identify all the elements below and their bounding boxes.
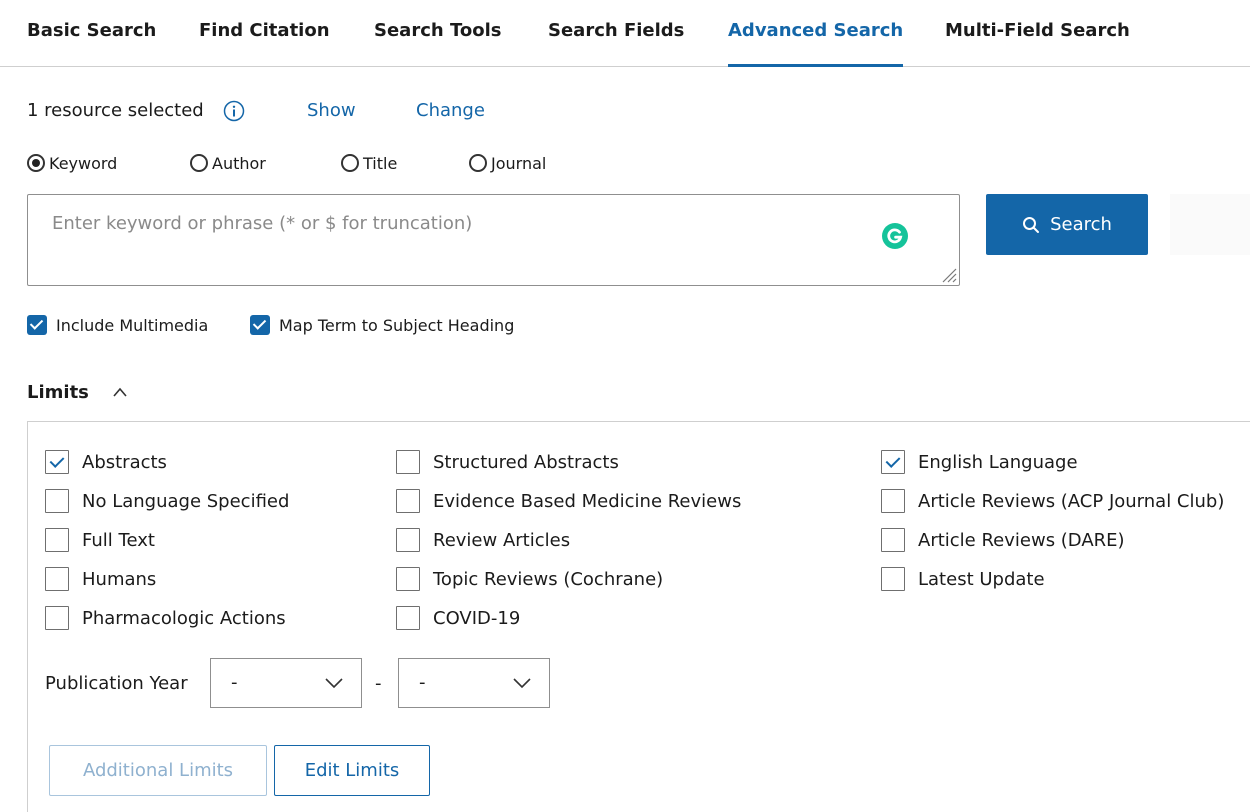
radio-empty-icon [190, 154, 208, 172]
edit-limits-button[interactable]: Edit Limits [274, 745, 430, 796]
search-input[interactable]: Enter keyword or phrase (* or $ for trun… [27, 194, 960, 286]
limit-label: Review Articles [433, 529, 571, 551]
limit-evidence-based-medicine-reviews[interactable]: Evidence Based Medicine Reviews [396, 488, 741, 514]
resize-handle-icon[interactable] [939, 265, 957, 283]
tab-find-citation[interactable]: Find Citation [199, 0, 330, 67]
limit-label: Structured Abstracts [433, 451, 619, 473]
checkbox-checked-icon [250, 315, 270, 335]
limit-structured-abstracts[interactable]: Structured Abstracts [396, 449, 619, 475]
select-value: - [419, 672, 426, 693]
additional-limits-button[interactable]: Additional Limits [49, 745, 267, 796]
limit-label: Evidence Based Medicine Reviews [433, 490, 742, 512]
radio-empty-icon [341, 154, 359, 172]
limit-label: Humans [82, 568, 157, 590]
limit-no-language-specified[interactable]: No Language Specified [45, 488, 289, 514]
checkbox-icon [396, 606, 420, 630]
checkbox-icon [45, 606, 69, 630]
checkbox-icon [396, 450, 420, 474]
publication-year-label: Publication Year [45, 673, 188, 694]
include-multimedia-checkbox[interactable]: Include Multimedia [27, 314, 208, 336]
year-range-separator: - [375, 673, 382, 694]
chevron-down-icon [325, 678, 343, 689]
limit-english-language[interactable]: English Language [881, 449, 1078, 475]
checkbox-icon [396, 489, 420, 513]
limit-review-articles[interactable]: Review Articles [396, 527, 570, 553]
radio-selected-icon [27, 154, 45, 172]
tab-search-tools[interactable]: Search Tools [374, 0, 501, 67]
map-term-checkbox[interactable]: Map Term to Subject Heading [250, 314, 514, 336]
map-term-label: Map Term to Subject Heading [279, 315, 515, 335]
checkbox-checked-icon [881, 450, 905, 474]
limit-label: Full Text [82, 529, 155, 551]
checkbox-icon [45, 528, 69, 552]
radio-keyword[interactable]: Keyword [27, 151, 117, 175]
search-icon [1023, 216, 1040, 233]
select-value: - [231, 672, 238, 693]
checkbox-checked-icon [45, 450, 69, 474]
include-multimedia-label: Include Multimedia [56, 315, 209, 335]
radio-journal[interactable]: Journal [469, 151, 546, 175]
tab-advanced-search[interactable]: Advanced Search [728, 0, 904, 67]
limit-label: Abstracts [82, 451, 167, 473]
limit-pharmacologic-actions[interactable]: Pharmacologic Actions [45, 605, 286, 631]
checkbox-checked-icon [27, 315, 47, 335]
limit-label: No Language Specified [82, 490, 290, 512]
limit-label: Article Reviews (DARE) [918, 529, 1125, 551]
search-tabs: Basic Search Find Citation Search Tools … [0, 0, 1250, 67]
checkbox-icon [45, 489, 69, 513]
tab-search-fields[interactable]: Search Fields [548, 0, 684, 67]
faded-button [1170, 194, 1250, 255]
radio-label: Title [363, 153, 398, 173]
checkbox-icon [396, 567, 420, 591]
radio-author[interactable]: Author [190, 151, 266, 175]
limit-article-reviews-acp[interactable]: Article Reviews (ACP Journal Club) [881, 488, 1224, 514]
checkbox-icon [881, 567, 905, 591]
limit-label: Topic Reviews (Cochrane) [433, 568, 664, 590]
limit-article-reviews-dare[interactable]: Article Reviews (DARE) [881, 527, 1125, 553]
tab-multi-field-search[interactable]: Multi-Field Search [945, 0, 1130, 67]
limit-label: COVID-19 [433, 607, 521, 629]
checkbox-icon [881, 489, 905, 513]
radio-empty-icon [469, 154, 487, 172]
limit-label: Pharmacologic Actions [82, 607, 286, 629]
tab-basic-search[interactable]: Basic Search [27, 0, 156, 67]
limit-label: English Language [918, 451, 1078, 473]
radio-label: Journal [491, 153, 547, 173]
show-link[interactable]: Show [307, 98, 356, 124]
limit-full-text[interactable]: Full Text [45, 527, 155, 553]
search-placeholder: Enter keyword or phrase (* or $ for trun… [52, 213, 473, 234]
radio-label: Author [212, 153, 266, 173]
chevron-down-icon [513, 678, 531, 689]
radio-title[interactable]: Title [341, 151, 397, 175]
radio-label: Keyword [49, 153, 118, 173]
publication-year-to-select[interactable]: - [398, 658, 550, 708]
limit-latest-update[interactable]: Latest Update [881, 566, 1045, 592]
checkbox-icon [396, 528, 420, 552]
grammarly-icon[interactable] [882, 223, 908, 249]
limit-label: Latest Update [918, 568, 1045, 590]
limit-topic-reviews-cochrane[interactable]: Topic Reviews (Cochrane) [396, 566, 663, 592]
limit-abstracts[interactable]: Abstracts [45, 449, 167, 475]
info-icon[interactable] [223, 100, 245, 122]
limit-humans[interactable]: Humans [45, 566, 156, 592]
resource-count: 1 resource selected [27, 100, 204, 121]
search-button-label: Search [1050, 214, 1112, 235]
limit-covid-19[interactable]: COVID-19 [396, 605, 520, 631]
checkbox-icon [45, 567, 69, 591]
checkbox-icon [881, 528, 905, 552]
change-link[interactable]: Change [416, 98, 485, 124]
search-button[interactable]: Search [986, 194, 1148, 255]
limits-heading: Limits [27, 382, 89, 403]
chevron-up-icon[interactable] [112, 386, 128, 398]
limit-label: Article Reviews (ACP Journal Club) [918, 490, 1225, 512]
publication-year-from-select[interactable]: - [210, 658, 362, 708]
